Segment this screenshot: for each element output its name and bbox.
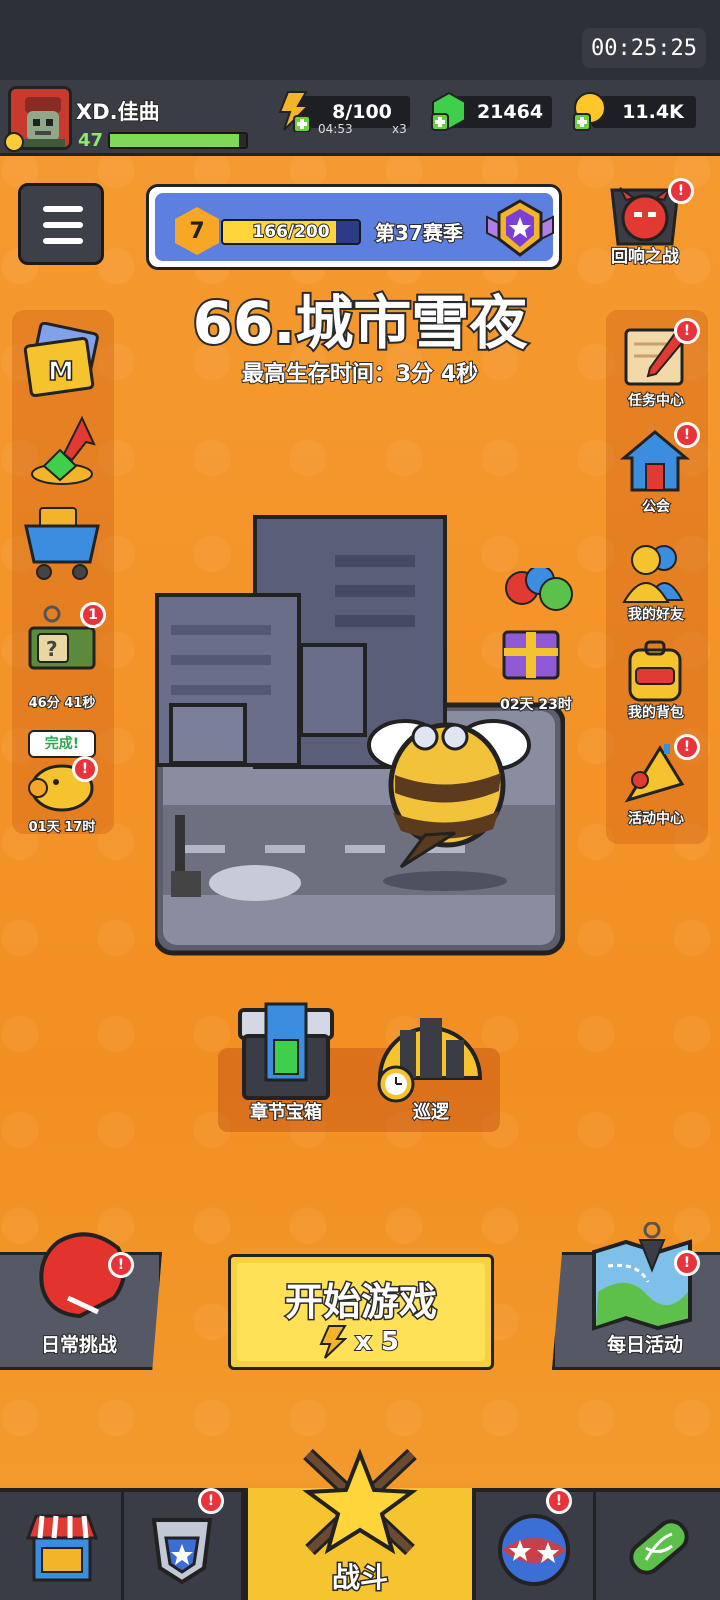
green-gem-icon[interactable] (428, 90, 470, 132)
season-title: 第37赛季 (374, 220, 464, 246)
task-alert-badge: ! (674, 318, 700, 344)
crate-timer: 46分 41秒 (28, 695, 97, 712)
monthly-card-icon[interactable]: M (22, 322, 102, 400)
patrol-label: 巡逻 (412, 1101, 450, 1124)
season-banner-inner: 7 166/200 第37赛季 (155, 193, 554, 261)
daily-challenge-alert-badge: ! (108, 1252, 134, 1278)
boxing-glove-icon (39, 1232, 126, 1319)
battle-star-swords-icon (302, 1448, 418, 1556)
nav-battle-label: 战斗 (330, 1560, 389, 1596)
energy-cost-icon (319, 1325, 347, 1359)
menu-button[interactable] (18, 183, 104, 265)
piggy-timer: 01天 17时 (28, 819, 97, 836)
growth-fund-icon[interactable] (24, 410, 100, 488)
season-emblem-icon (486, 199, 554, 257)
event-map-icon (592, 1222, 692, 1331)
start-game-button[interactable]: 开始游戏 x 5 (228, 1254, 494, 1370)
daily-challenge-label: 日常挑战 (40, 1333, 118, 1357)
season-progress-bar: 166/200 (221, 219, 361, 245)
armor-shield-icon (151, 1518, 213, 1585)
nav-equipment-tab[interactable]: ! (124, 1488, 244, 1600)
season-banner[interactable]: 7 166/200 第37赛季 (146, 184, 562, 270)
piggy-complete-bubble: 完成! (28, 730, 96, 758)
dna-capsule-icon (629, 1519, 689, 1575)
gold-coin-icon[interactable] (570, 90, 612, 132)
balloon-gift-icon[interactable] (474, 568, 574, 688)
right-side-label: 公会 (641, 498, 671, 516)
star-orb-icon (498, 1514, 570, 1586)
energy-cost-value: x 5 (354, 1326, 400, 1358)
right-side-label: 我的好友 (627, 606, 685, 624)
crate-count-badge: 1 (80, 602, 106, 628)
skills-alert-badge: ! (546, 1488, 572, 1514)
event-alert-badge: ! (674, 734, 700, 760)
gem-value: 21464 (476, 101, 544, 123)
friends-icon[interactable] (620, 540, 690, 604)
energy-multiplier: x3 (392, 122, 407, 136)
shop-stall-icon (25, 1514, 99, 1582)
right-side-label: 我的背包 (627, 704, 685, 722)
season-level-badge: 7 (175, 207, 219, 255)
coin-value: 11.4K (622, 101, 684, 123)
nav-shop-tab[interactable] (0, 1492, 124, 1600)
daily-event-alert-badge: ! (674, 1250, 700, 1276)
piggy-alert-badge: ! (72, 756, 98, 782)
daily-event-label: 每日活动 (606, 1333, 684, 1357)
season-progress-text: 166/200 (251, 221, 330, 243)
crown-coin-icon (4, 132, 24, 152)
svg-text:M: M (48, 357, 74, 387)
energy-timer: 04:53 (318, 122, 353, 136)
backpack-icon[interactable] (622, 638, 688, 704)
chapter-chest-icon[interactable] (236, 1000, 336, 1104)
menu-line (43, 222, 83, 228)
clock-display: 00:25:25 (582, 28, 706, 68)
energy-bolt-icon[interactable] (272, 90, 314, 132)
xp-bar-fill (110, 134, 240, 147)
right-side-label: 任务中心 (627, 392, 685, 410)
nav-gene-tab[interactable] (596, 1492, 720, 1600)
guild-alert-badge: ! (674, 422, 700, 448)
menu-line (43, 238, 83, 244)
right-side-label: 活动中心 (627, 810, 685, 828)
player-level: 47 (78, 130, 104, 151)
gift-timer: 02天 23时 (499, 696, 573, 714)
patrol-icon[interactable] (376, 1000, 486, 1104)
xp-bar (108, 132, 248, 149)
energy-value: 8/100 (332, 101, 392, 123)
echo-battle-label: 回响之战 (610, 246, 680, 268)
menu-line (43, 206, 83, 212)
equipment-alert-badge: ! (198, 1488, 224, 1514)
nav-skills-tab[interactable]: ! (476, 1488, 596, 1600)
chapter-chest-label: 章节宝箱 (249, 1101, 323, 1124)
start-game-label: 开始游戏 (283, 1279, 438, 1326)
player-name: XD.佳曲 (75, 99, 161, 125)
svg-text:?: ? (46, 637, 58, 661)
shopping-cart-icon[interactable] (22, 500, 102, 584)
echo-battle-alert-badge: ! (668, 178, 694, 204)
